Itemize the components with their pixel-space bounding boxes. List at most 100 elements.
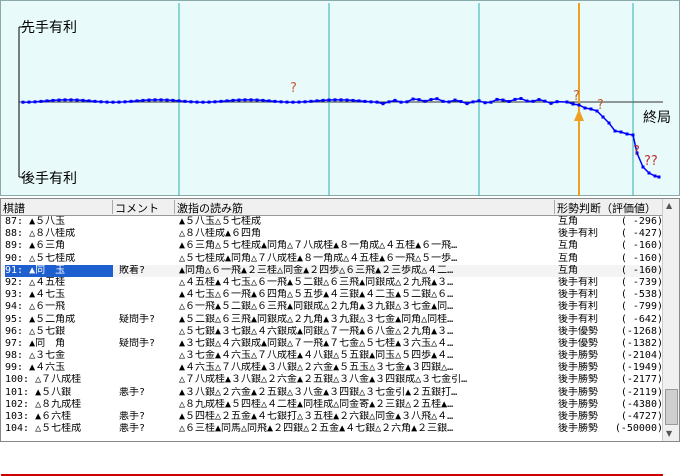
evaluation-point (465, 102, 469, 106)
evaluation-point (27, 100, 31, 104)
evaluation-point (321, 98, 325, 102)
analysis-table[interactable]: 棋譜 コメント 激指の読み筋 形勢判断（評価値） 87: ▲５八玉 ▲５八玉△５七… (0, 198, 680, 476)
row-value: ( -538) (620, 289, 663, 301)
evaluation-point (555, 100, 559, 104)
evaluation-point (147, 98, 151, 102)
evaluation-point (619, 130, 623, 134)
evaluation-point (189, 100, 193, 104)
row-value: (-1268) (620, 325, 663, 337)
evaluation-point (653, 174, 657, 178)
row-value: ( -160) (620, 240, 663, 252)
row-move: 99: ▲４六玉 (5, 362, 66, 374)
row-value: (-1382) (620, 337, 663, 349)
evaluation-point (165, 98, 169, 102)
row-pv: △７八成桂▲３八銀△２六金▲２五銀△３八金▲３四銀成△３七金引… (179, 374, 468, 386)
table-row[interactable]: 100: △７八成桂 △７八成桂▲３八銀△２六金▲２五銀△３八金▲３四銀成△３七金… (1, 374, 663, 386)
table-row[interactable]: 96: △５七銀 △５七銀▲３七銀△４六銀成▲同銀△７一飛▲６八金△２九角▲３… 後… (1, 326, 663, 338)
row-pv: ▲６三角△５七桂成▲同角△７八成桂▲８一角成△４五桂▲６一飛… (179, 240, 458, 252)
row-value: (-1949) (620, 362, 663, 374)
header-judgement[interactable]: 形勢判断（評価値） (555, 200, 663, 215)
table-row[interactable]: 97: ▲同 角 疑問手? ▲３七銀△４六銀成▲同銀△７一飛▲７七金△５七桂▲３六玉… (1, 338, 663, 350)
table-row[interactable]: 104: △５七桂成 悪手? △６三桂▲同馬△同飛▲２四銀△２五金▲４七銀△２六角▲… (1, 423, 663, 435)
row-move: 100: △７八成桂 (5, 374, 82, 386)
row-judgement: 後手勝勢 (558, 423, 598, 435)
evaluation-graph[interactable]: 先手有利 後手有利 終局 ? ? ? ? ?? (0, 0, 680, 196)
table-row[interactable]: 90: △５七桂成 △５七桂成▲同角△７八成桂▲８一角成△４五桂▲６一飛△５一歩…… (1, 253, 663, 265)
table-row[interactable]: 93: ▲４七玉 ▲４七玉△６一飛▲６四角△５五歩▲４三銀▲４二玉▲５二銀△６… 後… (1, 289, 663, 301)
table-row[interactable]: 95: ▲５二角成 疑問手? ▲５二銀△６三飛▲同銀成△２九角▲３九銀△３七金▲同角… (1, 314, 663, 326)
row-pv: ▲５八玉△５七桂成 (179, 216, 262, 227)
scroll-down-icon[interactable]: ▼ (666, 429, 672, 438)
table-row[interactable]: 103: ▲６六桂 悪手? ▲５四桂△２五金▲４七銀打△３五桂▲２六銀△同金▲３八飛… (1, 411, 663, 423)
scroll-up-icon[interactable]: ▲ (666, 201, 672, 210)
row-judgement: 後手有利 (558, 313, 598, 325)
table-row[interactable]: 89: ▲６三角 ▲６三角△５七桂成▲同角△７八成桂▲８一角成△４五桂▲６一飛… 互… (1, 240, 663, 252)
evaluation-point (45, 99, 49, 103)
evaluation-point (141, 98, 145, 102)
evaluation-point (565, 100, 569, 104)
header-comment[interactable]: コメント (113, 200, 175, 215)
row-judgement: 後手勝勢 (558, 362, 598, 374)
row-judgement: 後手優勢 (558, 337, 598, 349)
evaluation-series (21, 97, 661, 179)
evaluation-point (237, 98, 241, 102)
row-move: 88: △８八桂成 (5, 228, 76, 240)
table-row-selected[interactable]: 91: ▲同 玉敗着? ▲同角△６一飛▲２三桂△同金▲２四歩△６三飛▲２三歩成△４… (1, 264, 663, 277)
graph-mark-5: ?? (644, 154, 658, 169)
evaluation-point (195, 100, 199, 104)
evaluation-point (51, 98, 55, 102)
scrollbar-thumb[interactable] (665, 389, 678, 425)
evaluation-point (333, 98, 337, 102)
row-pv: ▲３七銀△４六銀成▲同銀△７一飛▲７七金△５七桂▲３六玉△４… (179, 337, 454, 349)
row-judgement: 後手勝勢 (558, 374, 598, 386)
evaluation-point (159, 98, 163, 102)
table-row[interactable]: 101: ▲５八銀 悪手? ▲３八銀△２六金▲２五銀△３八金▲３四銀△３七金引▲２五… (1, 387, 663, 399)
row-judgement: 互角 (558, 252, 578, 264)
table-row[interactable]: 98: △３七金 △３七金▲４六玉△７八成桂▲４八銀△５五銀▲同玉△５四歩▲４… 後… (1, 350, 663, 362)
table-row[interactable]: 94: △６一飛 △６一飛▲５二銀△６三飛▲同銀成△２九角▲３九銀△３七金▲同… 後… (1, 301, 663, 313)
evaluation-point (81, 98, 85, 102)
evaluation-point (507, 99, 511, 103)
table-row[interactable]: 99: ▲４六玉 ▲４六玉△７八成桂▲３八銀△２六金▲５五玉△３七金▲３四銀△… 後… (1, 362, 663, 374)
vertical-scrollbar[interactable]: ▲ ▼ (662, 199, 679, 441)
evaluation-point (57, 98, 61, 102)
evaluation-point (387, 100, 391, 104)
table-row[interactable]: 92: △４五桂 △４五桂▲４七玉△６一飛▲５二銀△６三飛▲同銀成△２九飛▲３… 後… (1, 277, 663, 289)
evaluation-point (105, 100, 109, 104)
row-value: ( -296) (620, 216, 663, 227)
row-judgement: 互角 (558, 240, 578, 252)
evaluation-point (171, 98, 175, 102)
evaluation-point (177, 99, 181, 103)
header-kifu[interactable]: 棋譜 (1, 200, 113, 215)
row-pv: △５七銀▲３七銀△４六銀成▲同銀△７一飛▲６八金△２九角▲３… (179, 325, 454, 337)
evaluation-point (657, 175, 661, 179)
evaluation-point (417, 98, 421, 102)
evaluation-point (291, 100, 295, 104)
row-move: 103: ▲６六桂 (5, 411, 72, 422)
evaluation-point (261, 98, 265, 102)
table-row[interactable]: 88: △８八桂成 △８八桂成▲６四角 後手有利 ( -427) (1, 228, 663, 240)
row-value: ( -739) (620, 276, 663, 288)
evaluation-point (589, 107, 593, 111)
row-pv: △６三桂▲同馬△同飛▲２四銀△２五金▲４七銀△２六角▲２三銀… (179, 423, 454, 435)
table-row[interactable]: 87: ▲５八玉 ▲５八玉△５七桂成 互角 ( -296) (1, 216, 663, 228)
evaluation-point (607, 121, 611, 125)
evaluation-point (339, 98, 343, 102)
evaluation-line (22, 97, 660, 178)
graph-mark-3: ? (597, 98, 604, 113)
graph-mark-2: ? (573, 89, 580, 104)
evaluation-point (549, 101, 553, 105)
header-pv[interactable]: 激指の読み筋 (175, 200, 555, 215)
table-row[interactable]: 102: △８九成桂 △８九成桂▲５四桂△４二桂▲同桂成△同金寄▲２三銀△２五桂▲… (1, 399, 663, 411)
evaluation-point (63, 98, 67, 102)
row-value: (-4380) (620, 398, 663, 410)
row-judgement: 後手有利 (558, 289, 598, 301)
evaluation-point (99, 100, 103, 104)
evaluation-point (411, 97, 415, 101)
evaluation-point (525, 99, 529, 103)
row-value: (-2177) (620, 374, 663, 386)
evaluation-point (117, 100, 121, 104)
evaluation-point (327, 98, 331, 102)
graph-mark-1: ? (290, 81, 297, 96)
graph-label-sente: 先手有利 (21, 20, 77, 36)
